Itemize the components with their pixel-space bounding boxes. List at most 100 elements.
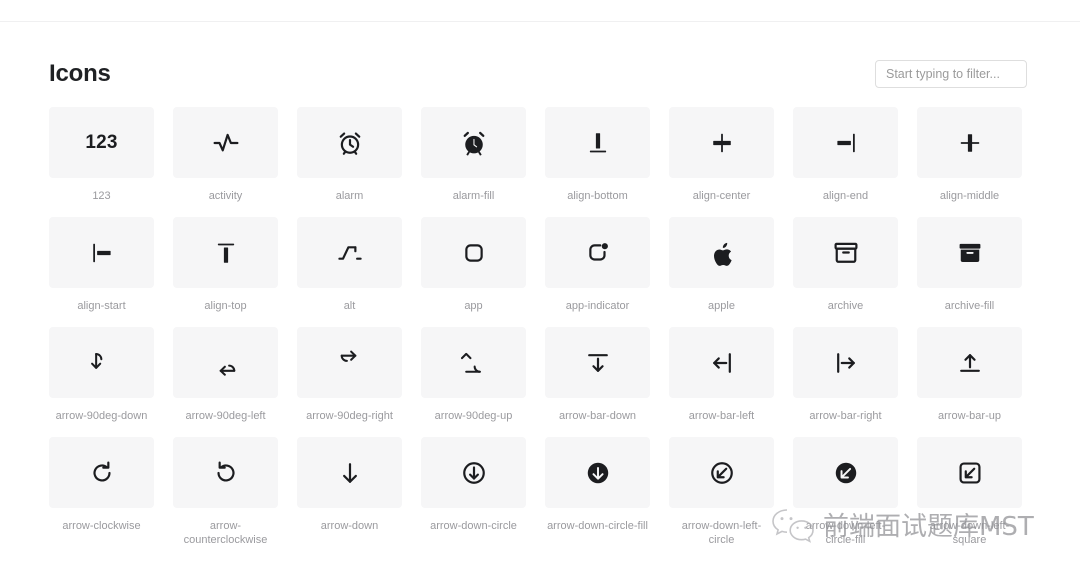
icon-cell[interactable]: arrow-bar-up <box>917 327 1022 437</box>
icon-label: arrow-90deg-down <box>55 410 148 422</box>
icon-label: arrow-down-circle <box>430 520 517 532</box>
icon-cell[interactable]: archive <box>793 217 898 327</box>
icon-cell[interactable]: align-center <box>669 107 774 217</box>
search-input[interactable] <box>875 60 1027 88</box>
align-center-icon[interactable] <box>669 107 774 178</box>
icon-cell[interactable]: apple <box>669 217 774 327</box>
icon-label: archive <box>827 300 864 312</box>
icon-cell[interactable]: align-bottom <box>545 107 650 217</box>
align-bottom-icon[interactable] <box>545 107 650 178</box>
arrow-90deg-down-icon[interactable] <box>49 327 154 398</box>
icon-cell[interactable]: arrow-down-left-circle-fill <box>793 437 898 547</box>
icon-label: arrow-90deg-right <box>306 410 393 422</box>
align-middle-icon[interactable] <box>917 107 1022 178</box>
activity-icon[interactable] <box>173 107 278 178</box>
top-divider-bar <box>0 0 1080 22</box>
align-top-icon[interactable] <box>173 217 278 288</box>
icon-label: align-top <box>204 300 247 312</box>
icon-label: align-middle <box>939 190 1000 202</box>
arrow-down-circle-fill-icon[interactable] <box>545 437 650 508</box>
arrow-90deg-up-icon[interactable] <box>421 327 526 398</box>
align-start-icon[interactable] <box>49 217 154 288</box>
icon-cell[interactable]: arrow-down <box>297 437 402 547</box>
icon-label: align-end <box>822 190 869 202</box>
arrow-bar-up-icon[interactable] <box>917 327 1022 398</box>
icon-cell[interactable]: arrow-90deg-right <box>297 327 402 437</box>
arrow-down-icon[interactable] <box>297 437 402 508</box>
icon-cell[interactable]: arrow-bar-left <box>669 327 774 437</box>
arrow-clockwise-icon[interactable] <box>49 437 154 508</box>
icon-label: app-indicator <box>565 300 630 312</box>
arrow-bar-right-icon[interactable] <box>793 327 898 398</box>
align-end-icon[interactable] <box>793 107 898 178</box>
icon-label: arrow-counterclockwise <box>183 520 268 546</box>
icon-label: alarm-fill <box>452 190 495 202</box>
arrow-90deg-left-icon[interactable] <box>173 327 278 398</box>
page-title: Icons <box>49 60 111 87</box>
icon-label: arrow-bar-up <box>938 410 1001 422</box>
icons-gallery-page: Icons 123 123 activity alarm alarm-fill align… <box>0 0 1080 577</box>
archive-icon[interactable] <box>793 217 898 288</box>
icon-label: arrow-down-left-circle <box>681 520 762 546</box>
123-icon[interactable]: 123 <box>49 107 154 178</box>
page-content: Icons 123 123 activity alarm alarm-fill align… <box>0 23 1080 577</box>
icon-cell[interactable]: align-top <box>173 217 278 327</box>
arrow-counterclockwise-icon[interactable] <box>173 437 278 508</box>
icon-cell[interactable]: 123 123 <box>49 107 154 217</box>
arrow-90deg-right-icon[interactable] <box>297 327 402 398</box>
icon-cell[interactable]: alarm-fill <box>421 107 526 217</box>
icon-label: arrow-down-circle-fill <box>547 520 648 532</box>
icon-label: arrow-down <box>320 520 379 532</box>
icon-label: archive-fill <box>944 300 995 312</box>
app-icon[interactable] <box>421 217 526 288</box>
arrow-down-left-circle-fill-icon[interactable] <box>793 437 898 508</box>
icon-label: arrow-90deg-up <box>434 410 513 422</box>
icon-cell[interactable]: arrow-counterclockwise <box>173 437 278 547</box>
icon-cell[interactable]: arrow-90deg-down <box>49 327 154 437</box>
apple-icon[interactable] <box>669 217 774 288</box>
icon-cell[interactable]: arrow-90deg-up <box>421 327 526 437</box>
icon-label: arrow-90deg-left <box>185 410 266 422</box>
icon-cell[interactable]: arrow-bar-right <box>793 327 898 437</box>
icon-cell[interactable]: app <box>421 217 526 327</box>
icon-cell[interactable]: arrow-90deg-left <box>173 327 278 437</box>
archive-fill-icon[interactable] <box>917 217 1022 288</box>
icon-label: alarm <box>335 190 364 202</box>
icon-label: apple <box>708 300 735 312</box>
icon-cell[interactable]: activity <box>173 107 278 217</box>
icon-cell[interactable]: arrow-down-left-circle <box>669 437 774 547</box>
alt-icon[interactable] <box>297 217 402 288</box>
arrow-bar-down-icon[interactable] <box>545 327 650 398</box>
icon-grid: 123 123 activity alarm alarm-fill align-botto… <box>49 107 1027 547</box>
icon-label: app <box>464 300 483 312</box>
icon-label: arrow-clockwise <box>62 520 141 532</box>
icon-cell[interactable]: arrow-down-circle <box>421 437 526 547</box>
icon-label: arrow-bar-right <box>809 410 882 422</box>
icon-label: activity <box>208 190 243 202</box>
icon-cell[interactable]: align-end <box>793 107 898 217</box>
icon-label: arrow-down-left-square <box>929 520 1010 546</box>
icon-label: align-center <box>692 190 751 202</box>
icon-cell[interactable]: arrow-clockwise <box>49 437 154 547</box>
icon-cell[interactable]: arrow-bar-down <box>545 327 650 437</box>
arrow-down-left-square-icon[interactable] <box>917 437 1022 508</box>
page-header: Icons <box>49 57 1027 91</box>
icon-cell[interactable]: arrow-down-left-square <box>917 437 1022 547</box>
arrow-down-circle-icon[interactable] <box>421 437 526 508</box>
arrow-down-left-circle-icon[interactable] <box>669 437 774 508</box>
icon-label: align-bottom <box>567 190 628 202</box>
icon-cell[interactable]: arrow-down-circle-fill <box>545 437 650 547</box>
arrow-bar-left-icon[interactable] <box>669 327 774 398</box>
icon-cell[interactable]: alt <box>297 217 402 327</box>
app-indicator-icon[interactable] <box>545 217 650 288</box>
icon-cell[interactable]: align-middle <box>917 107 1022 217</box>
icon-cell[interactable]: alarm <box>297 107 402 217</box>
icon-label: alt <box>343 300 356 312</box>
icon-cell[interactable]: archive-fill <box>917 217 1022 327</box>
icon-cell[interactable]: app-indicator <box>545 217 650 327</box>
icon-label: arrow-bar-down <box>558 410 637 422</box>
alarm-fill-icon[interactable] <box>421 107 526 178</box>
alarm-icon[interactable] <box>297 107 402 178</box>
icon-label: arrow-down-left-circle-fill <box>805 520 886 546</box>
icon-cell[interactable]: align-start <box>49 217 154 327</box>
